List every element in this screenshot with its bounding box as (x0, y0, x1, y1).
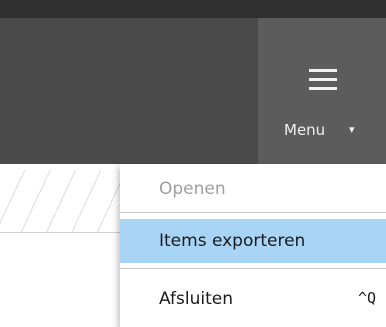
menu-item-openen[interactable]: Openen (120, 166, 386, 210)
menu-item-items-exporteren[interactable]: Items exporteren (120, 219, 386, 263)
caret-down-icon[interactable]: ▾ (349, 121, 355, 139)
menu-item-label: Afsluiten (159, 289, 233, 309)
menu-divider (120, 212, 386, 213)
menu-button[interactable] (258, 18, 386, 164)
shortcut-hint: ^Q (357, 289, 376, 307)
menu-item-afsluiten[interactable]: Afsluiten ^Q (120, 277, 386, 321)
hamburger-icon[interactable] (309, 69, 337, 91)
menu-divider (120, 268, 386, 269)
dropdown-menu: Openen Items exporteren Afsluiten ^Q (120, 164, 386, 327)
menu-item-label: Openen (159, 179, 226, 199)
title-bar (0, 0, 386, 18)
menu-button-label[interactable]: Menu (284, 120, 325, 140)
menu-item-label: Items exporteren (159, 231, 306, 251)
content-area (0, 170, 122, 233)
